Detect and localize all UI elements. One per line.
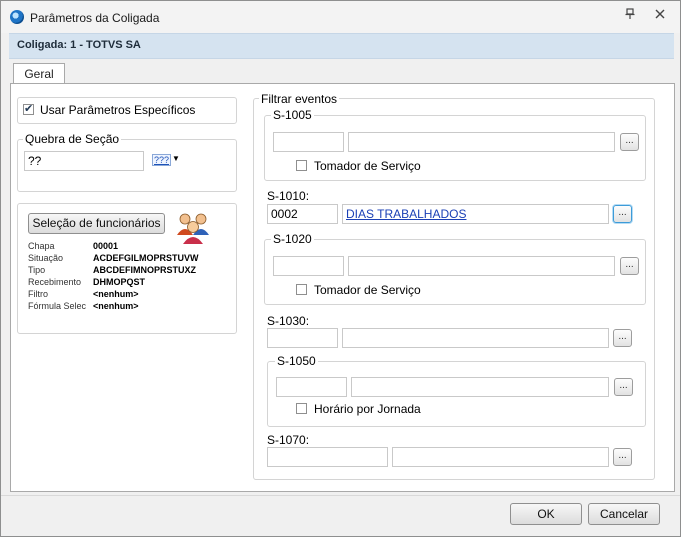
usar-parametros-checkbox[interactable] [23, 102, 34, 115]
s1005-tomador-checkbox[interactable] [296, 160, 307, 171]
cancel-button[interactable]: Cancelar [588, 503, 660, 525]
s1020-tomador-label: Tomador de Serviço [314, 283, 421, 297]
info-key: Recebimento [28, 277, 82, 287]
s1010-desc-input[interactable]: DIAS TRABALHADOS [342, 204, 609, 224]
s1010-label: S-1010: [267, 189, 310, 203]
s1050-desc-input[interactable] [351, 377, 609, 397]
info-value: DHMOPQST [93, 277, 146, 287]
s1050-legend: S-1050 [275, 354, 318, 368]
s1050-group: ... Horário por Jornada [267, 361, 646, 427]
s1005-legend: S-1005 [271, 108, 314, 122]
info-value: ACDEFGILMOPRSTUVW [93, 253, 199, 263]
s1070-code-input[interactable] [267, 447, 388, 467]
selecao-funcionarios-group: Seleção de funcionários Chapa 00001 Situ… [17, 203, 237, 334]
coligada-header: Coligada: 1 - TOTVS SA [9, 33, 674, 59]
footer-divider [1, 495, 680, 496]
s1020-legend: S-1020 [271, 232, 314, 246]
window-title: Parâmetros da Coligada [30, 11, 160, 25]
s1020-desc-input[interactable] [348, 256, 615, 276]
s1050-horario-label: Horário por Jornada [314, 402, 421, 416]
s1030-desc-input[interactable] [342, 328, 609, 348]
quebra-secao-picker[interactable]: ??? ▼ [150, 153, 180, 169]
close-icon[interactable] [652, 8, 668, 24]
picker-glyph: ??? [152, 154, 172, 166]
app-icon [10, 10, 24, 24]
usar-parametros-label: Usar Parâmetros Específicos [40, 103, 196, 117]
quebra-secao-group: ?? ??? ▼ [17, 139, 237, 192]
tab-geral[interactable]: Geral [13, 63, 65, 85]
info-key: Chapa [28, 241, 55, 251]
selecao-funcionarios-button[interactable]: Seleção de funcionários [28, 213, 165, 234]
tab-content-geral: Usar Parâmetros Específicos ?? ??? ▼ Que… [10, 83, 675, 492]
info-value: <nenhum> [93, 289, 139, 299]
pin-icon[interactable] [622, 8, 638, 24]
s1030-label: S-1030: [267, 314, 310, 328]
s1020-tomador-checkbox[interactable] [296, 284, 307, 295]
s1005-lookup-button[interactable]: ... [620, 133, 639, 151]
s1070-lookup-button[interactable]: ... [613, 448, 632, 466]
coligada-label: Coligada: 1 - TOTVS SA [17, 39, 141, 51]
users-icon [174, 211, 212, 245]
s1005-tomador-label: Tomador de Serviço [314, 159, 421, 173]
s1010-desc-link[interactable]: DIAS TRABALHADOS [346, 207, 466, 221]
s1005-code-input[interactable] [273, 132, 344, 152]
quebra-secao-input[interactable]: ?? [24, 151, 144, 171]
info-key: Filtro [28, 289, 48, 299]
filtrar-eventos-legend: Filtrar eventos [259, 92, 340, 106]
s1030-code-input[interactable] [267, 328, 338, 348]
s1030-lookup-button[interactable]: ... [613, 329, 632, 347]
info-value: 00001 [93, 241, 119, 251]
ok-button[interactable]: OK [510, 503, 582, 525]
dialog-window: Parâmetros da Coligada Coligada: 1 - TOT… [0, 0, 681, 537]
s1050-horario-checkbox[interactable] [296, 403, 307, 414]
s1050-code-input[interactable] [276, 377, 347, 397]
info-key: Tipo [28, 265, 46, 275]
s1050-lookup-button[interactable]: ... [614, 378, 633, 396]
info-key: Situação [28, 253, 64, 263]
s1005-group: ... Tomador de Serviço [264, 115, 646, 181]
s1020-code-input[interactable] [273, 256, 344, 276]
quebra-secao-legend: Quebra de Seção [23, 132, 122, 146]
usar-parametros-group: Usar Parâmetros Específicos [17, 97, 237, 124]
s1010-lookup-button[interactable]: ... [613, 205, 632, 223]
title-bar[interactable]: Parâmetros da Coligada [1, 1, 680, 33]
chevron-down-icon: ▼ [172, 154, 180, 163]
s1010-code-input[interactable]: 0002 [267, 204, 338, 224]
s1070-desc-input[interactable] [392, 447, 609, 467]
s1020-lookup-button[interactable]: ... [620, 257, 639, 275]
s1020-group: ... Tomador de Serviço [264, 239, 646, 305]
info-value: ABCDEFIMNOPRSTUXZ [93, 265, 196, 275]
s1070-label: S-1070: [267, 433, 310, 447]
info-value: <nenhum> [93, 301, 139, 311]
info-key: Fórmula Selec [28, 301, 87, 311]
s1005-desc-input[interactable] [348, 132, 615, 152]
